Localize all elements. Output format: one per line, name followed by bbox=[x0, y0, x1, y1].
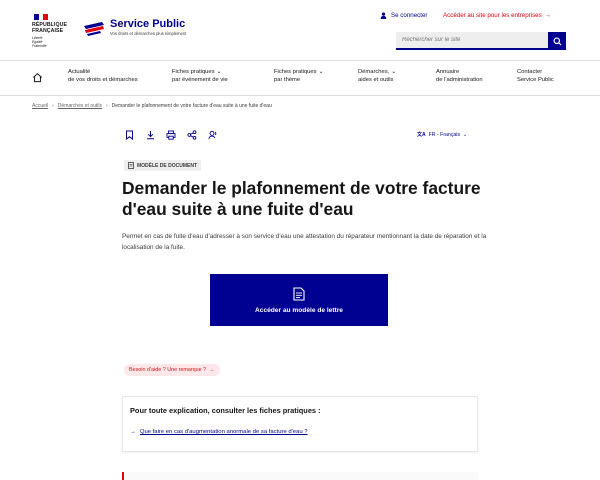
breadcrumb-demarches[interactable]: Démarches et outils bbox=[58, 103, 102, 109]
help-feedback-link[interactable]: Besoin d'aide ? Une remarque ? → bbox=[124, 364, 220, 376]
document-type-badge: MODÈLE DE DOCUMENT bbox=[124, 160, 201, 171]
next-section-callout bbox=[122, 472, 478, 480]
breadcrumb-current: Demander le plafonnement de votre factur… bbox=[111, 103, 272, 109]
main-navigation: Actualité de vos droits et démarches Fic… bbox=[0, 61, 600, 96]
search-input[interactable] bbox=[396, 32, 548, 50]
nav-item-actualite[interactable]: Actualité de vos droits et démarches bbox=[68, 68, 138, 84]
site-name[interactable]: Service Public bbox=[110, 18, 185, 30]
badge-label: MODÈLE DE DOCUMENT bbox=[137, 162, 197, 169]
language-label: FR - Français bbox=[428, 131, 461, 138]
site-tagline: Vos droits et démarches plus simplement bbox=[110, 31, 187, 36]
chevron-right-icon: › bbox=[52, 103, 54, 109]
document-icon bbox=[128, 162, 134, 169]
arrow-right-icon: → bbox=[209, 367, 215, 373]
pro-site-link[interactable]: Accéder au site pour les entreprises → bbox=[443, 12, 551, 19]
user-icon bbox=[380, 12, 387, 19]
home-icon[interactable] bbox=[32, 72, 43, 83]
related-info-title: Pour toute explication, consulter les fi… bbox=[130, 406, 321, 415]
arrow-right-icon: → bbox=[544, 12, 551, 19]
page-description: Permet en cas de fuite d'eau d'adresser … bbox=[122, 233, 487, 251]
nav-item-annuaire[interactable]: Annuaire de l'administration bbox=[436, 68, 483, 84]
chevron-right-icon: › bbox=[105, 103, 108, 109]
chevron-down-icon: ⌄ bbox=[216, 69, 222, 75]
related-info-box: Pour toute explication, consulter les fi… bbox=[122, 396, 478, 452]
page-toolbar bbox=[124, 130, 218, 140]
language-selector[interactable]: 文A FR - Français ⌄ bbox=[417, 131, 468, 139]
breadcrumb: Accueil › Démarches et outils › Demander… bbox=[32, 103, 272, 109]
listen-icon[interactable] bbox=[208, 130, 218, 140]
breadcrumb-home[interactable]: Accueil bbox=[32, 103, 48, 109]
translate-icon: 文A bbox=[417, 132, 426, 138]
nav-item-demarches[interactable]: Démarches, ⌄ aides et outils bbox=[358, 68, 396, 84]
cta-label: Accéder au modèle de lettre bbox=[255, 306, 343, 314]
motto: Liberté Égalité Fraternité bbox=[32, 36, 47, 48]
bookmark-icon[interactable] bbox=[124, 130, 134, 140]
site-header: RÉPUBLIQUE FRANÇAISE Liberté Égalité Fra… bbox=[0, 0, 600, 61]
nav-item-fiches-evenement[interactable]: Fiches pratiques ⌄ par événement de vie bbox=[172, 68, 228, 84]
search-icon bbox=[552, 36, 562, 46]
help-label: Besoin d'aide ? Une remarque ? bbox=[129, 367, 207, 373]
search-bar bbox=[396, 32, 566, 50]
document-icon bbox=[293, 286, 305, 301]
chevron-down-icon: ⌄ bbox=[318, 69, 324, 75]
republique-francaise-logo[interactable]: RÉPUBLIQUE FRANÇAISE Liberté Égalité Fra… bbox=[32, 14, 72, 48]
page-title: Demander le plafonnement de votre factur… bbox=[122, 178, 481, 219]
related-fiche-label: Que faire en cas d'augmentation anormale… bbox=[139, 429, 308, 435]
related-fiche-link[interactable]: → Que faire en cas d'augmentation anorma… bbox=[130, 429, 470, 435]
flag-icon bbox=[34, 14, 49, 20]
access-letter-template-button[interactable]: Accéder au modèle de lettre bbox=[210, 274, 388, 326]
chevron-down-icon: ⌄ bbox=[391, 69, 397, 75]
arrow-right-icon: → bbox=[130, 429, 136, 435]
login-link[interactable]: Se connecter bbox=[380, 12, 427, 19]
pro-site-label: Accéder au site pour les entreprises bbox=[443, 12, 542, 19]
search-button[interactable] bbox=[548, 32, 566, 50]
chevron-down-icon: ⌄ bbox=[463, 131, 468, 138]
nav-item-contacter[interactable]: Contacter Service Public bbox=[517, 68, 554, 84]
share-icon[interactable] bbox=[187, 130, 197, 140]
service-public-logo-icon bbox=[84, 22, 104, 36]
download-icon[interactable] bbox=[145, 130, 155, 140]
print-icon[interactable] bbox=[166, 130, 176, 140]
login-label: Se connecter bbox=[391, 12, 428, 19]
republique-label: RÉPUBLIQUE FRANÇAISE bbox=[32, 22, 68, 34]
nav-item-fiches-theme[interactable]: Fiches pratiques ⌄ par thème bbox=[274, 68, 324, 84]
